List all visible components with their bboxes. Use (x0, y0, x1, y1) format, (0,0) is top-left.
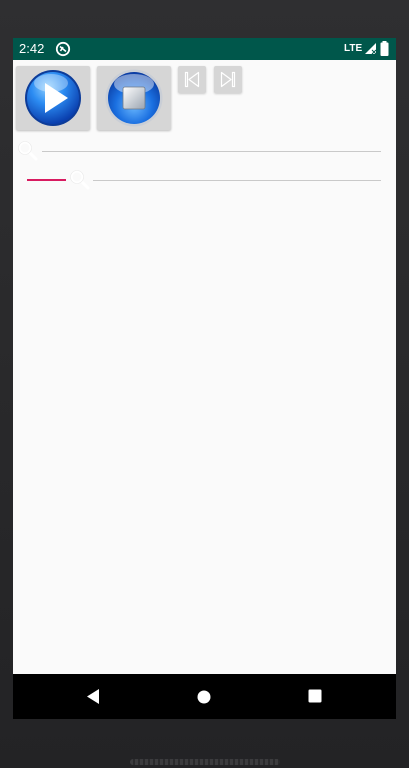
seek-thumb-magnifier-icon[interactable] (17, 140, 39, 162)
skip-next-icon (220, 71, 236, 88)
signal-icon (365, 43, 377, 55)
seek-bar-1[interactable] (13, 140, 396, 164)
app-notification-icon (55, 41, 71, 57)
app-screen: 2:42 LTE (13, 38, 396, 719)
status-bar: 2:42 LTE (13, 38, 396, 60)
recents-icon[interactable] (308, 689, 322, 703)
device-speaker-grille (130, 759, 280, 765)
seek-track-2[interactable] (93, 180, 381, 181)
seek-thumb-magnifier-icon[interactable] (69, 169, 91, 191)
seek-track-1[interactable] (42, 151, 381, 152)
next-button[interactable] (214, 66, 242, 93)
play-button[interactable] (16, 66, 90, 130)
battery-icon (380, 41, 389, 56)
seek-bar-2[interactable] (13, 169, 396, 193)
seek-progress-2 (27, 179, 66, 181)
home-icon[interactable] (197, 690, 211, 704)
status-time: 2:42 (19, 41, 45, 56)
back-icon[interactable] (85, 688, 101, 705)
navigation-bar (13, 674, 396, 719)
stop-icon (105, 69, 163, 127)
stop-button[interactable] (97, 66, 171, 130)
skip-previous-icon (184, 71, 200, 88)
previous-button[interactable] (178, 66, 206, 93)
device-frame: 2:42 LTE (0, 0, 409, 768)
play-icon (25, 70, 81, 126)
status-network-type: LTE (344, 43, 363, 54)
